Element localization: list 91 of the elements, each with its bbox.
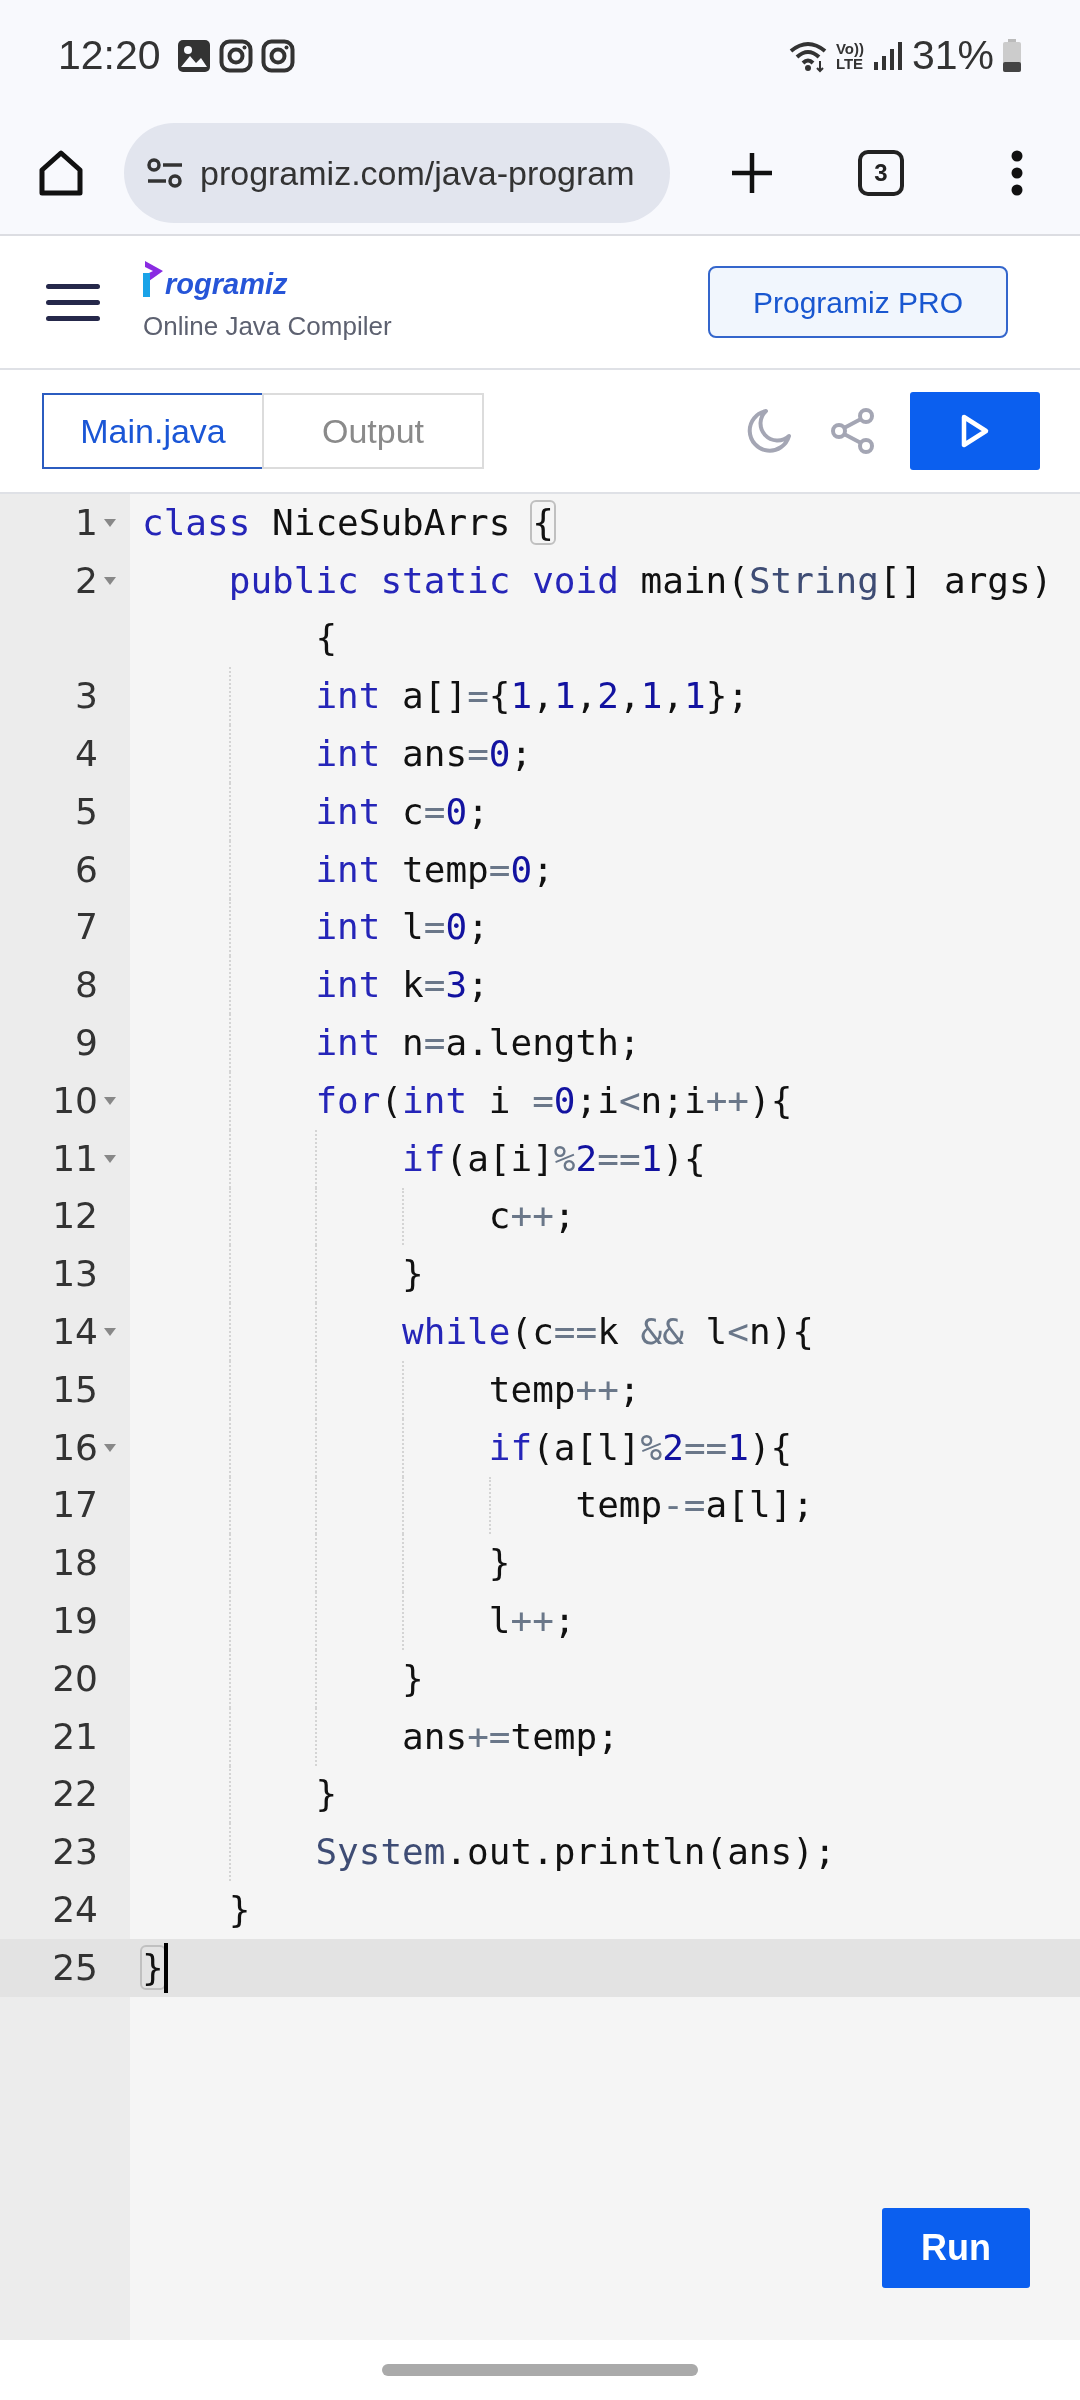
code-line: }: [315, 1772, 338, 1817]
signal-icon: [871, 40, 904, 72]
more-button[interactable]: [1010, 150, 1024, 196]
line-number: 8: [75, 963, 98, 1008]
new-tab-button[interactable]: [730, 151, 774, 195]
line-number: 6: [75, 847, 98, 892]
clock-time: 12:20: [58, 31, 161, 81]
line-number: 1: [75, 500, 98, 545]
code-line: {: [315, 616, 338, 661]
share-button[interactable]: [830, 408, 876, 454]
code-line: int k=3;: [315, 963, 489, 1008]
code-line: int a[]={1,1,2,1,1};: [315, 674, 750, 719]
fold-icon[interactable]: [103, 1442, 117, 1453]
line-number: 21: [52, 1714, 98, 1759]
line-number: 15: [52, 1367, 98, 1412]
line-number: 18: [52, 1541, 98, 1586]
code-line: l++;: [488, 1599, 576, 1644]
code-line: }: [142, 1945, 164, 1990]
code-line: if(a[i]%2==1){: [402, 1136, 706, 1181]
fold-icon[interactable]: [103, 1095, 117, 1106]
code-line: c++;: [488, 1194, 576, 1239]
home-handle[interactable]: [382, 2364, 698, 2376]
line-number: 16: [52, 1425, 98, 1470]
line-number: 11: [52, 1136, 98, 1181]
code-line: for(int i =0;i<n;i++){: [315, 1078, 793, 1123]
menu-button[interactable]: [46, 282, 100, 322]
run-button[interactable]: Run: [882, 2208, 1030, 2288]
network-label: LTE: [835, 56, 864, 71]
camera-icon: [218, 39, 253, 73]
line-number: 12: [52, 1194, 98, 1239]
more-icon: [1010, 150, 1024, 196]
code-line: int n=a.length;: [315, 1021, 641, 1066]
camera-icon: [260, 39, 295, 73]
app-subtitle: Online Java Compiler: [143, 309, 392, 343]
line-number: 19: [52, 1599, 98, 1644]
battery-icon: [1002, 39, 1022, 73]
line-number: 5: [75, 789, 98, 834]
line-number: 25: [52, 1945, 98, 1990]
moon-icon: [746, 408, 792, 454]
code-line: temp++;: [488, 1367, 641, 1412]
code-line: ans+=temp;: [402, 1714, 619, 1759]
picture-icon: [176, 39, 211, 73]
line-number: 13: [52, 1252, 98, 1297]
line-number: 9: [75, 1021, 98, 1066]
run-button[interactable]: [910, 392, 1040, 470]
fold-icon[interactable]: [103, 1153, 117, 1164]
code-line: class NiceSubArrs {: [142, 500, 554, 545]
file-tab[interactable]: Main.java: [42, 393, 264, 469]
line-number: 2: [75, 558, 98, 603]
line-number: 20: [52, 1656, 98, 1701]
pro-button[interactable]: Programiz PRO: [708, 266, 1008, 338]
play-icon: [960, 413, 990, 449]
code-line: }: [402, 1252, 424, 1297]
line-number: 24: [52, 1888, 98, 1932]
line-number: 23: [52, 1830, 98, 1875]
code-line: int ans=0;: [315, 732, 533, 777]
line-number: 3: [75, 674, 98, 719]
tab-count-button[interactable]: 3: [858, 150, 904, 196]
address-bar[interactable]: programiz.com/java-program: [124, 123, 670, 223]
line-number: 14: [52, 1310, 98, 1355]
network-label: Vo)): [835, 41, 864, 56]
line-number: 22: [52, 1772, 98, 1817]
code-line: if(a[l]%2==1){: [488, 1425, 793, 1470]
code-line: }: [402, 1656, 424, 1701]
battery-percent: 31%: [911, 31, 994, 81]
fold-icon[interactable]: [103, 517, 117, 528]
code-line: public static void main(String[] args): [228, 558, 1053, 603]
code-line: temp-=a[l];: [575, 1483, 814, 1528]
fold-icon[interactable]: [103, 575, 117, 586]
text-cursor: [163, 1942, 168, 1993]
code-line: int l=0;: [315, 905, 489, 950]
code-line: }: [488, 1541, 511, 1586]
code-line: int temp=0;: [315, 847, 554, 892]
tune-icon: [146, 157, 184, 189]
code-line: }: [228, 1888, 251, 1932]
theme-button[interactable]: [746, 408, 792, 454]
code-line: while(c==k && l<n){: [402, 1310, 814, 1355]
line-number: 4: [75, 732, 98, 777]
menu-icon: [46, 282, 100, 322]
logo-icon: [143, 258, 165, 299]
wifi-icon: [787, 39, 828, 73]
code-line: System.out.println(ans);: [315, 1830, 836, 1875]
code-line: int c=0;: [315, 789, 489, 834]
line-number: 10: [52, 1078, 98, 1123]
file-tab[interactable]: Output: [262, 393, 484, 469]
line-number: 7: [75, 905, 98, 950]
line-number: 17: [52, 1483, 98, 1528]
plus-icon: [730, 151, 774, 195]
logo-text: rogramiz: [165, 269, 288, 299]
fold-icon[interactable]: [103, 1327, 117, 1338]
share-icon: [830, 408, 876, 454]
